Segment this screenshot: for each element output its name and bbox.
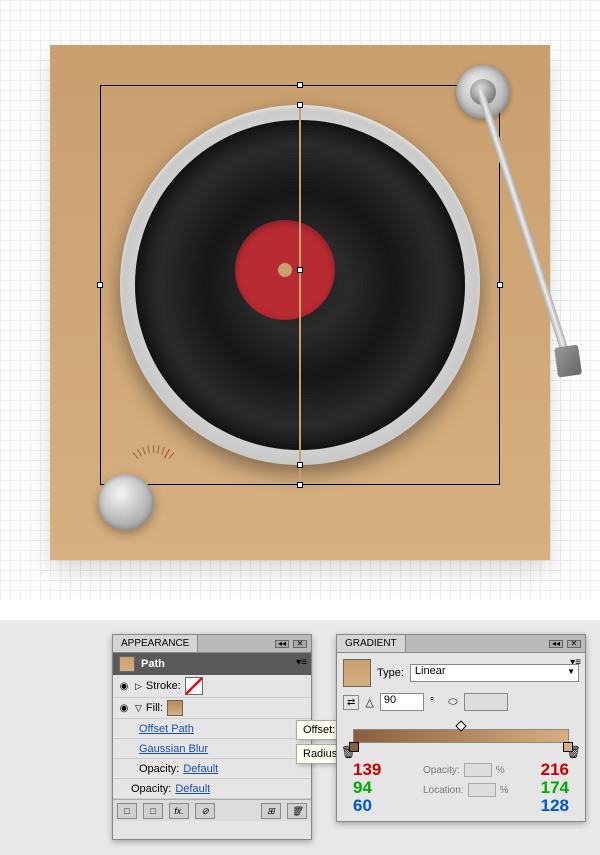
canvas-grid[interactable] xyxy=(0,0,600,600)
gradient-midpoint-handle[interactable] xyxy=(455,720,466,731)
gradient-stop-left[interactable] xyxy=(349,742,359,752)
gradient-preview-swatch[interactable] xyxy=(343,659,371,687)
turntable-group xyxy=(120,105,480,465)
gradient-stop-right[interactable] xyxy=(563,742,573,752)
new-art-icon[interactable]: □ xyxy=(117,803,137,819)
selection-handle[interactable] xyxy=(297,267,303,273)
offset-path-link[interactable]: Offset Path xyxy=(139,723,194,735)
tab-appearance[interactable]: APPEARANCE xyxy=(113,635,198,652)
opacity-label: Opacity: xyxy=(139,763,179,775)
stop-opacity-input[interactable] xyxy=(464,763,492,777)
selection-anchor[interactable] xyxy=(297,102,303,108)
selection-handle[interactable] xyxy=(297,482,303,488)
object-swatch-icon xyxy=(119,656,135,672)
fill-label: Fill: xyxy=(146,702,163,714)
aspect-input[interactable] xyxy=(464,693,508,711)
appearance-footer: □ □ fx. ⊘ ⊞ 🗑 xyxy=(113,799,311,821)
reverse-gradient-icon[interactable]: ⇄ xyxy=(343,695,359,710)
selection-anchor[interactable] xyxy=(97,282,103,288)
panel-menu-icon[interactable]: ▾≡ xyxy=(296,657,307,668)
visibility-icon[interactable]: ◉ xyxy=(117,701,131,715)
clear-icon[interactable]: ⊘ xyxy=(195,803,215,819)
object-type-label: Path xyxy=(141,658,165,670)
gaussian-blur-link[interactable]: Gaussian Blur xyxy=(139,743,208,755)
stop-location-input[interactable] xyxy=(468,783,496,797)
gradient-type-select[interactable]: Linear xyxy=(410,664,579,682)
stroke-label: Stroke: xyxy=(146,680,181,692)
tab-gradient[interactable]: GRADIENT xyxy=(337,635,406,652)
panel-tab-bar: APPEARANCE ◂◂ ✕ xyxy=(113,635,311,653)
stop-opacity-location: Opacity:% Location:% xyxy=(423,763,509,797)
fill-row[interactable]: ◉ ▽ Fill: xyxy=(113,698,311,719)
expand-icon[interactable]: ▷ xyxy=(135,681,142,692)
appearance-object-header: Path xyxy=(113,653,311,675)
appearance-panel[interactable]: APPEARANCE ◂◂ ✕ ▾≡ Path ◉ ▷ Stroke: ◉ ▽ … xyxy=(112,634,312,840)
selection-anchor[interactable] xyxy=(497,282,503,288)
aspect-ratio-icon: ⬭ xyxy=(448,696,457,709)
stroke-row[interactable]: ◉ ▷ Stroke: xyxy=(113,675,311,698)
angle-input[interactable]: 90 xyxy=(380,693,424,711)
collapse-icon[interactable]: ▽ xyxy=(135,703,142,714)
gradient-slider[interactable] xyxy=(353,729,569,743)
type-label: Type: xyxy=(377,667,404,679)
left-stop-rgb: 139 94 60 xyxy=(353,761,381,815)
opacity-label: Opacity: xyxy=(131,783,171,795)
no-stroke-swatch-icon[interactable] xyxy=(185,677,203,695)
trash-icon[interactable]: 🗑 xyxy=(287,803,307,819)
fill-swatch-icon[interactable] xyxy=(167,700,183,716)
object-opacity-row[interactable]: Opacity: Default xyxy=(113,779,311,799)
panel-close-icon[interactable]: ✕ xyxy=(293,640,307,648)
panel-tab-bar: GRADIENT ◂◂ ✕ xyxy=(337,635,585,653)
opacity-value-link[interactable]: Default xyxy=(175,783,210,795)
selection-handle[interactable] xyxy=(297,82,303,88)
selection-bounding-box[interactable] xyxy=(100,85,500,485)
add-stroke-icon[interactable]: □ xyxy=(143,803,163,819)
panel-collapse-icon[interactable]: ◂◂ xyxy=(275,640,289,648)
right-stop-rgb: 216 174 128 xyxy=(541,761,569,815)
fill-opacity-row[interactable]: Opacity: Default xyxy=(113,759,311,779)
control-knob xyxy=(98,474,154,530)
panel-dock-area: APPEARANCE ◂◂ ✕ ▾≡ Path ◉ ▷ Stroke: ◉ ▽ … xyxy=(0,620,600,855)
visibility-icon[interactable]: ◉ xyxy=(117,679,131,693)
degree-icon: ° xyxy=(430,696,434,708)
panel-close-icon[interactable]: ✕ xyxy=(567,640,581,648)
turntable-artboard xyxy=(50,45,550,560)
opacity-value-link[interactable]: Default xyxy=(183,763,218,775)
duplicate-icon[interactable]: ⊞ xyxy=(261,803,281,819)
tonearm-head xyxy=(554,345,582,378)
add-effect-icon[interactable]: fx. xyxy=(169,803,189,819)
selection-anchor[interactable] xyxy=(297,462,303,468)
angle-icon: △ xyxy=(365,696,373,709)
effect-row-blur[interactable]: Gaussian Blur xyxy=(113,739,311,759)
panel-collapse-icon[interactable]: ◂◂ xyxy=(549,640,563,648)
gradient-panel[interactable]: GRADIENT ◂◂ ✕ ▾≡ Type: Linear ⇄ △ 90 ° ⬭ xyxy=(336,634,586,822)
effect-row-offset[interactable]: Offset Path xyxy=(113,719,311,739)
